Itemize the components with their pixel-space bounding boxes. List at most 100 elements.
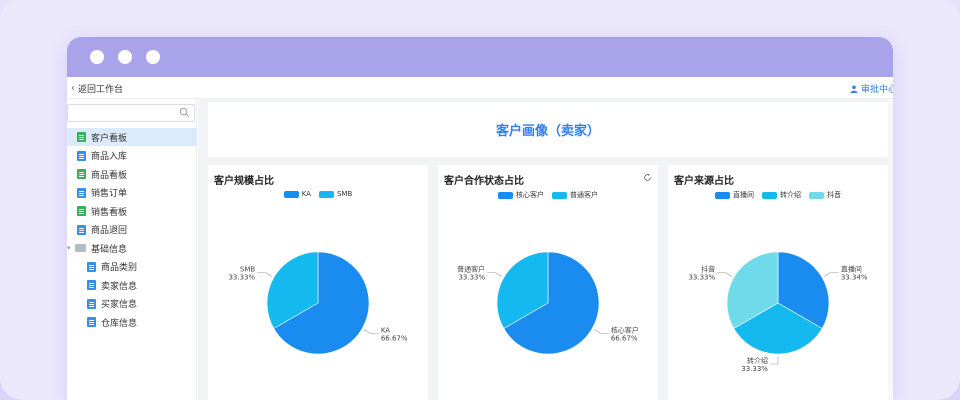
- slice-percent-label: 33.33%: [458, 273, 485, 281]
- window-dot-icon[interactable]: [90, 50, 104, 64]
- legend-swatch: [809, 191, 824, 199]
- slice-percent-label: 33.33%: [688, 273, 715, 281]
- legend-swatch: [715, 191, 730, 199]
- approval-label: 审批中心: [860, 85, 893, 95]
- pie-chart: KA66.67% SMB33.33%: [228, 251, 408, 355]
- chart-title: 客户合作状态占比: [444, 176, 524, 187]
- user-icon: [850, 85, 858, 93]
- window-titlebar: [67, 37, 893, 77]
- legend-label: 核心客户: [516, 191, 544, 199]
- doc-icon: [87, 317, 96, 327]
- label-leader-line: [823, 272, 839, 277]
- chevron-down-icon[interactable]: ▾: [67, 244, 73, 252]
- sidebar-item[interactable]: 商品退回: [67, 221, 197, 239]
- doc-icon: [87, 280, 96, 290]
- sidebar-item[interactable]: 卖家信息: [67, 276, 197, 294]
- legend-label: 直播间: [733, 191, 754, 199]
- folder-icon: [75, 244, 86, 252]
- legend-item[interactable]: 核心客户: [498, 190, 544, 200]
- slice-name-label: 普通客户: [457, 264, 485, 273]
- chevron-left-icon: ‹: [71, 83, 75, 94]
- doc-icon: [87, 261, 96, 272]
- legend-swatch: [283, 190, 299, 198]
- chart-title: 客户规模占比: [214, 176, 274, 187]
- window-dot-icon[interactable]: [146, 50, 160, 64]
- legend-label: 普通客户: [570, 191, 598, 199]
- doc-icon: [77, 224, 86, 235]
- top-bar: ‹ 返回工作台 审批中心: [67, 77, 893, 99]
- chart-doc-icon: [77, 169, 86, 179]
- chart-doc-icon: [77, 206, 86, 216]
- sidebar-item[interactable]: 仓库信息: [67, 313, 197, 331]
- back-to-workbench-link[interactable]: ‹ 返回工作台: [71, 82, 123, 95]
- chart-card-cooperation: 客户合作状态占比 核心客户 普通客户 核心客户 66.67% 普通客户 33.33%: [438, 165, 658, 400]
- slice-percent-label: 66.67%: [381, 335, 408, 343]
- refresh-icon[interactable]: [643, 173, 652, 182]
- search-icon[interactable]: [179, 107, 190, 118]
- sidebar-item-label: 商品类别: [101, 263, 138, 273]
- sidebar-item[interactable]: 商品入库: [67, 147, 197, 165]
- main-content: 客户画像（卖家） 客户规模占比 KA SMB KA 66.67% SMB 33.33% …: [198, 99, 893, 400]
- legend-item[interactable]: 普通客户: [552, 190, 598, 200]
- legend-swatch: [762, 191, 777, 199]
- page-title: 客户画像（卖家）: [495, 124, 600, 139]
- sidebar-item[interactable]: 客户看板: [67, 128, 197, 146]
- slice-percent-label: 66.67%: [611, 335, 638, 343]
- chart-legend: 直播间 转介绍 抖音: [668, 190, 888, 200]
- sidebar-item[interactable]: 买家信息: [67, 295, 197, 313]
- pie-chart: 核心客户66.67% 普通客户33.33%: [457, 251, 639, 355]
- slice-percent-label: 33.33%: [228, 273, 255, 281]
- chart-card-scale: 客户规模占比 KA SMB KA 66.67% SMB 33.33%: [208, 165, 428, 400]
- label-leader-line: [363, 329, 379, 334]
- sidebar-item[interactable]: 销售订单: [67, 184, 197, 202]
- sidebar-item-label: 销售订单: [91, 189, 128, 199]
- legend-item[interactable]: SMB: [318, 190, 353, 198]
- sidebar-item[interactable]: 商品看板: [67, 165, 197, 183]
- slice-name-label: 转介绍: [747, 356, 768, 365]
- doc-icon: [77, 187, 86, 198]
- sidebar-item-label: 商品退回: [91, 226, 128, 236]
- main-scrollbar[interactable]: [888, 99, 893, 400]
- chart-legend: KA SMB: [208, 190, 428, 198]
- sidebar-search[interactable]: [67, 104, 195, 122]
- sidebar-item-label: 商品入库: [91, 152, 128, 162]
- legend-swatch: [552, 191, 567, 199]
- legend-item[interactable]: 抖音: [809, 190, 841, 200]
- slice-percent-label: 33.33%: [741, 365, 768, 373]
- sidebar: 客户看板商品入库商品看板销售订单销售看板商品退回 ▾ 基础信息商品类别卖家信息买家信…: [67, 99, 197, 400]
- sidebar-item[interactable]: ▾ 基础信息: [67, 239, 197, 257]
- label-leader-line: [593, 329, 609, 334]
- legend-item[interactable]: 直播间: [715, 190, 754, 200]
- slice-name-label: 核心客户: [611, 326, 639, 335]
- app-window: ‹ 返回工作台 审批中心 客户看板商品入库商品看板销售订单销售看板商品退回 ▾ 基础…: [67, 37, 893, 400]
- sidebar-item-label: 仓库信息: [101, 318, 138, 329]
- label-leader-line: [487, 272, 503, 277]
- legend-label: KA: [301, 190, 311, 198]
- chart-card-source: 客户来源占比 直播间 转介绍 抖音 直播间 33.34% 转介绍 33.33% 抖音 33.3…: [668, 165, 888, 400]
- sidebar-item-label: 销售看板: [91, 207, 128, 218]
- sidebar-item-label: 买家信息: [101, 300, 138, 310]
- legend-swatch: [498, 191, 513, 199]
- slice-name-label: 直播间: [841, 265, 862, 274]
- slice-name-label: SMB: [240, 265, 255, 273]
- sidebar-item[interactable]: 商品类别: [67, 258, 197, 276]
- chart-title: 客户来源占比: [674, 176, 734, 187]
- label-leader-line: [769, 355, 779, 365]
- search-input[interactable]: [68, 105, 178, 121]
- doc-icon: [87, 298, 96, 309]
- slice-name-label: 抖音: [701, 264, 715, 273]
- window-dot-icon[interactable]: [118, 50, 132, 64]
- back-label: 返回工作台: [78, 85, 124, 95]
- slice-name-label: KA: [381, 327, 390, 335]
- approval-center-link[interactable]: 审批中心: [850, 82, 893, 95]
- legend-swatch: [318, 190, 334, 198]
- chart-doc-icon: [77, 132, 86, 142]
- legend-item[interactable]: 转介绍: [762, 190, 801, 200]
- sidebar-item-label: 商品看板: [91, 170, 128, 181]
- sidebar-item-label: 基础信息: [91, 244, 128, 255]
- legend-label: SMB: [336, 190, 353, 198]
- legend-item[interactable]: KA: [283, 190, 311, 198]
- sidebar-item[interactable]: 销售看板: [67, 202, 197, 220]
- legend-label: 转介绍: [780, 191, 801, 199]
- sidebar-item-label: 客户看板: [91, 133, 128, 144]
